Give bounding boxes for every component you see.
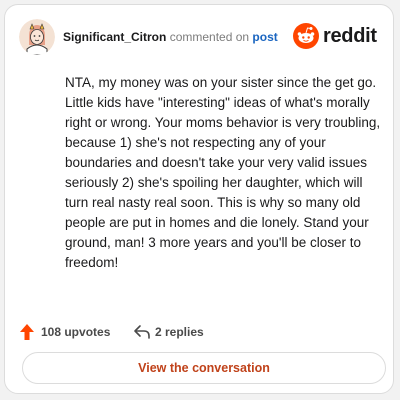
avatar[interactable] xyxy=(19,19,55,55)
username-link[interactable]: Significant_Citron xyxy=(63,30,166,44)
upvote-arrow-icon xyxy=(20,324,34,340)
reddit-logo[interactable]: reddit xyxy=(293,23,379,49)
comment-card: Significant_Citron commented on post red… xyxy=(4,4,394,394)
reddit-logo-icon xyxy=(293,23,319,49)
reddit-wordmark: reddit xyxy=(323,25,377,47)
comment-header: Significant_Citron commented on post red… xyxy=(19,19,383,59)
reply-arrow-icon xyxy=(134,325,150,339)
reply-label: 2 replies xyxy=(155,325,204,339)
view-conversation-button[interactable]: View the conversation xyxy=(22,352,386,384)
action-text: commented on xyxy=(169,30,250,44)
avatar-icon xyxy=(19,19,55,55)
upvote-label: 108 upvotes xyxy=(41,325,111,339)
post-link[interactable]: post xyxy=(252,30,277,44)
comment-attribution: Significant_Citron commented on post xyxy=(63,30,278,44)
comment-text: NTA, my money was on your sister since t… xyxy=(65,75,381,270)
